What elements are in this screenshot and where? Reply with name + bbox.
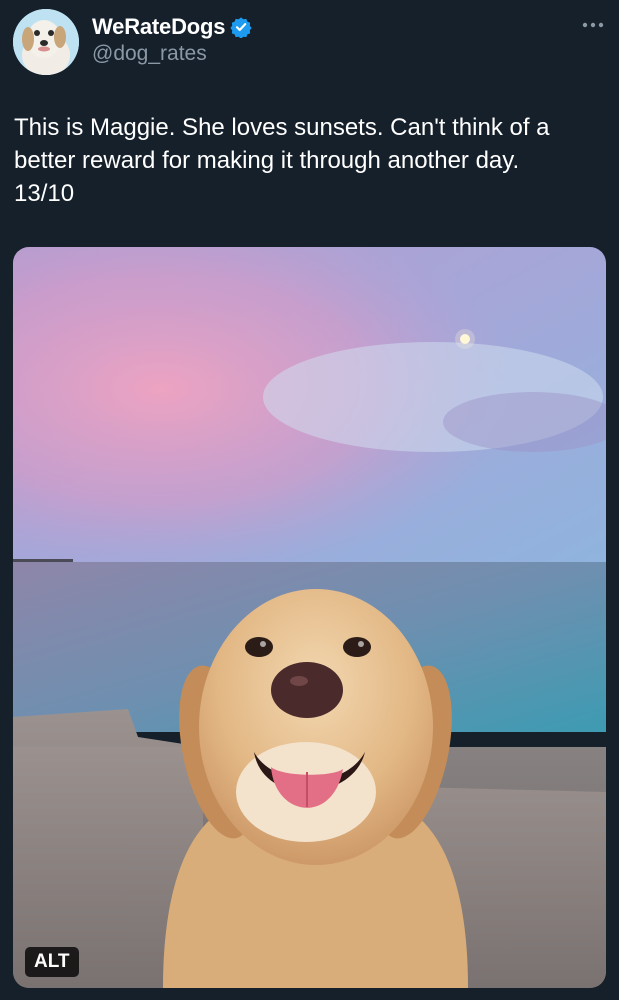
dog-sunset-photo [13,247,606,988]
author-display-name[interactable]: WeRateDogs [92,14,225,40]
dog-avatar-icon [13,9,79,75]
alt-text-badge[interactable]: ALT [25,947,79,977]
author-handle[interactable]: @dog_rates [92,42,207,66]
verified-badge-icon [230,16,252,38]
tweet-text: This is Maggie. She loves sunsets. Can't… [14,114,550,207]
more-options-icon [582,22,604,28]
author-avatar[interactable] [13,9,79,75]
tweet-header: WeRateDogs @dog_rates [0,0,619,90]
tweet-photo[interactable]: ALT [13,247,606,988]
more-options-button[interactable] [578,14,608,36]
author-name-row: WeRateDogs [92,14,252,40]
